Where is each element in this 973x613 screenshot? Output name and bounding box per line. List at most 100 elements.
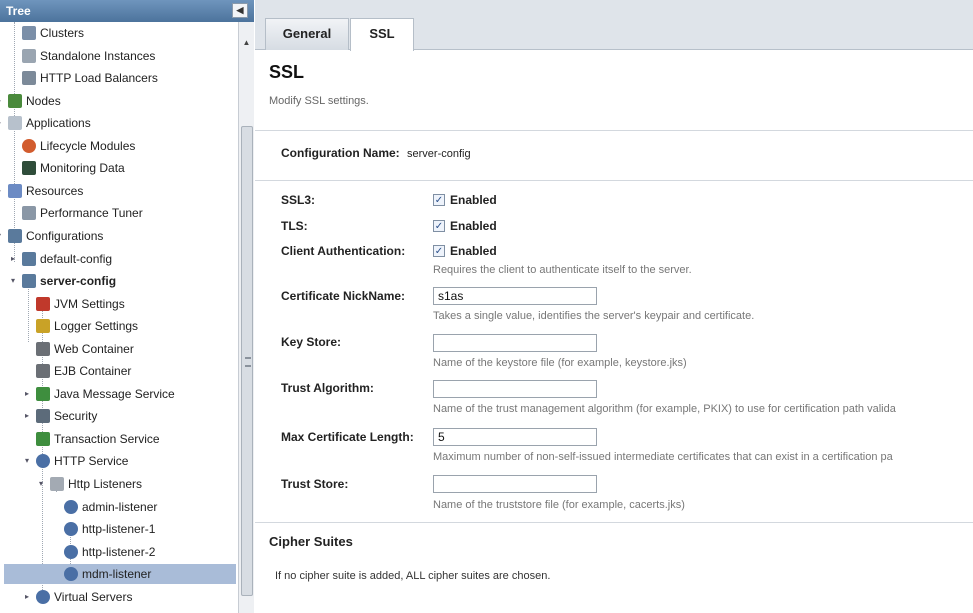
tree-item-label: Logger Settings: [54, 319, 139, 334]
listener-icon: [64, 567, 78, 582]
logger-icon: [36, 319, 50, 334]
tree-item-configurations[interactable]: ▾ Configurations: [0, 226, 236, 246]
tree-item-label: mdm-listener: [82, 567, 152, 582]
tree-item-standalone-instances[interactable]: Standalone Instances: [0, 46, 236, 66]
collapse-icon[interactable]: ▾: [8, 271, 18, 291]
virtual-server-icon: [36, 589, 50, 604]
ssl3-enabled-label[interactable]: Enabled: [450, 193, 497, 207]
collapse-icon[interactable]: ▾: [0, 226, 4, 246]
tree-item-applications[interactable]: ▸ Applications: [0, 113, 236, 133]
collapse-icon[interactable]: ▾: [22, 451, 32, 471]
balance-icon: [22, 71, 36, 86]
tuner-icon: [22, 206, 36, 221]
expand-icon[interactable]: ▸: [22, 587, 32, 607]
tree-title: Tree: [6, 4, 31, 18]
client-authentication-help: Requires the client to authenticate itse…: [433, 264, 692, 276]
tls-enabled-label[interactable]: Enabled: [450, 219, 497, 233]
config-icon: [22, 251, 36, 266]
grip-icon: [245, 357, 251, 367]
trust-store-input[interactable]: [433, 475, 597, 493]
client-authentication-label: Client Authentication:: [281, 244, 406, 258]
nodes-icon: [8, 93, 22, 108]
expand-icon[interactable]: ▸: [22, 384, 32, 404]
tls-label: TLS:: [281, 219, 308, 233]
jvm-icon: [36, 296, 50, 311]
divider: [255, 130, 973, 131]
tree-item-label: Monitoring Data: [40, 161, 125, 176]
trust-algorithm-input[interactable]: [433, 380, 597, 398]
tree-item-clusters[interactable]: Clusters: [0, 23, 236, 43]
tree-item-label: HTTP Service: [54, 454, 129, 469]
key-store-input[interactable]: [433, 334, 597, 352]
folder-icon: [50, 477, 64, 491]
expand-icon[interactable]: ▸: [8, 249, 18, 269]
client-authentication-enabled-label[interactable]: Enabled: [450, 244, 497, 258]
cipher-suites-note: If no cipher suite is added, ALL cipher …: [275, 570, 551, 582]
collapse-panel-icon[interactable]: ◀: [232, 3, 248, 18]
container-icon: [36, 364, 50, 379]
tree-item-http-listener-1[interactable]: http-listener-1: [0, 519, 236, 539]
tree-item-label: Transaction Service: [54, 431, 160, 446]
tree-scrollbar[interactable]: ▲: [238, 22, 254, 613]
listener-icon: [64, 544, 78, 559]
tree-item-label: admin-listener: [82, 499, 158, 514]
tree-item-default-config[interactable]: ▸ default-config: [0, 249, 236, 269]
tab-general[interactable]: General: [265, 18, 349, 50]
transaction-icon: [36, 431, 50, 446]
tree-item-transaction-service[interactable]: Transaction Service: [0, 429, 236, 449]
cipher-suites-heading: Cipher Suites: [269, 534, 353, 549]
certificate-nickname-input[interactable]: [433, 287, 597, 305]
page-title: SSL: [269, 62, 305, 82]
tree-item-virtual-servers[interactable]: ▸ Virtual Servers: [0, 587, 236, 607]
expand-icon[interactable]: ▸: [22, 406, 32, 426]
tree-item-admin-listener[interactable]: admin-listener: [0, 497, 236, 517]
tree-item-jvm-settings[interactable]: JVM Settings: [0, 294, 236, 314]
tree-item-web-container[interactable]: Web Container: [0, 339, 236, 359]
key-store-label: Key Store:: [281, 335, 342, 349]
tree-item-label: Standalone Instances: [40, 48, 156, 63]
scrollbar-thumb[interactable]: [241, 126, 253, 596]
ssl3-checkbox[interactable]: ✓: [433, 194, 445, 206]
tree-item-label: server-config: [40, 274, 117, 289]
tree-item-logger-settings[interactable]: Logger Settings: [0, 316, 236, 336]
tree-item-label: JVM Settings: [54, 296, 125, 311]
scroll-up-icon[interactable]: ▲: [240, 36, 253, 49]
tree-item-ejb-container[interactable]: EJB Container: [0, 361, 236, 381]
tree-item-performance-tuner[interactable]: Performance Tuner: [0, 203, 236, 223]
expand-icon[interactable]: ▸: [0, 181, 4, 201]
tree-item-label: Http Listeners: [68, 477, 143, 491]
expand-icon[interactable]: ▸: [0, 113, 4, 133]
certificate-nickname-help: Takes a single value, identifies the ser…: [433, 310, 755, 322]
tab-ssl[interactable]: SSL: [350, 18, 414, 51]
tree-body: Clusters Standalone Instances HTTP Load Ba…: [0, 22, 238, 613]
collapse-icon[interactable]: ▾: [36, 474, 46, 494]
client-authentication-checkbox[interactable]: ✓: [433, 245, 445, 257]
tree-item-lifecycle-modules[interactable]: Lifecycle Modules: [0, 136, 236, 156]
tree-item-monitoring-data[interactable]: Monitoring Data: [0, 158, 236, 178]
tree-item-resources[interactable]: ▸ Resources: [0, 181, 236, 201]
expand-icon[interactable]: ▸: [0, 91, 4, 111]
tree-item-server-config[interactable]: ▾ server-config: [0, 271, 236, 291]
applications-icon: [8, 116, 22, 131]
tree-item-mdm-listener[interactable]: mdm-listener: [4, 564, 236, 585]
listener-icon: [64, 499, 78, 514]
tree-item-http-load-balancers[interactable]: HTTP Load Balancers: [0, 68, 236, 88]
configuration-name-row: Configuration Name: server-config: [281, 146, 471, 160]
tree-item-label: Security: [54, 409, 98, 424]
tree-item-http-service[interactable]: ▾ HTTP Service: [0, 451, 236, 471]
tree-item-security[interactable]: ▸ Security: [0, 406, 236, 426]
tree-item-label: Configurations: [26, 228, 104, 243]
tab-bar: General SSL: [255, 0, 973, 51]
tree-item-nodes[interactable]: ▸ Nodes: [0, 91, 236, 111]
max-certificate-length-input[interactable]: [433, 428, 597, 446]
tls-checkbox[interactable]: ✓: [433, 220, 445, 232]
configurations-icon: [8, 228, 22, 243]
tree-header: Tree ◀: [0, 0, 254, 22]
tree-item-http-listener-2[interactable]: http-listener-2: [0, 542, 236, 562]
tree-item-java-message-service[interactable]: ▸ Java Message Service: [0, 384, 236, 404]
navigation-tree-panel: Tree ◀ Clusters Standalone Instances HTTP …: [0, 0, 254, 613]
tree-item-label: EJB Container: [54, 364, 132, 379]
page-subtitle: Modify SSL settings.: [269, 95, 369, 107]
lifecycle-icon: [22, 138, 36, 153]
tree-item-http-listeners[interactable]: ▾ Http Listeners: [0, 474, 236, 494]
